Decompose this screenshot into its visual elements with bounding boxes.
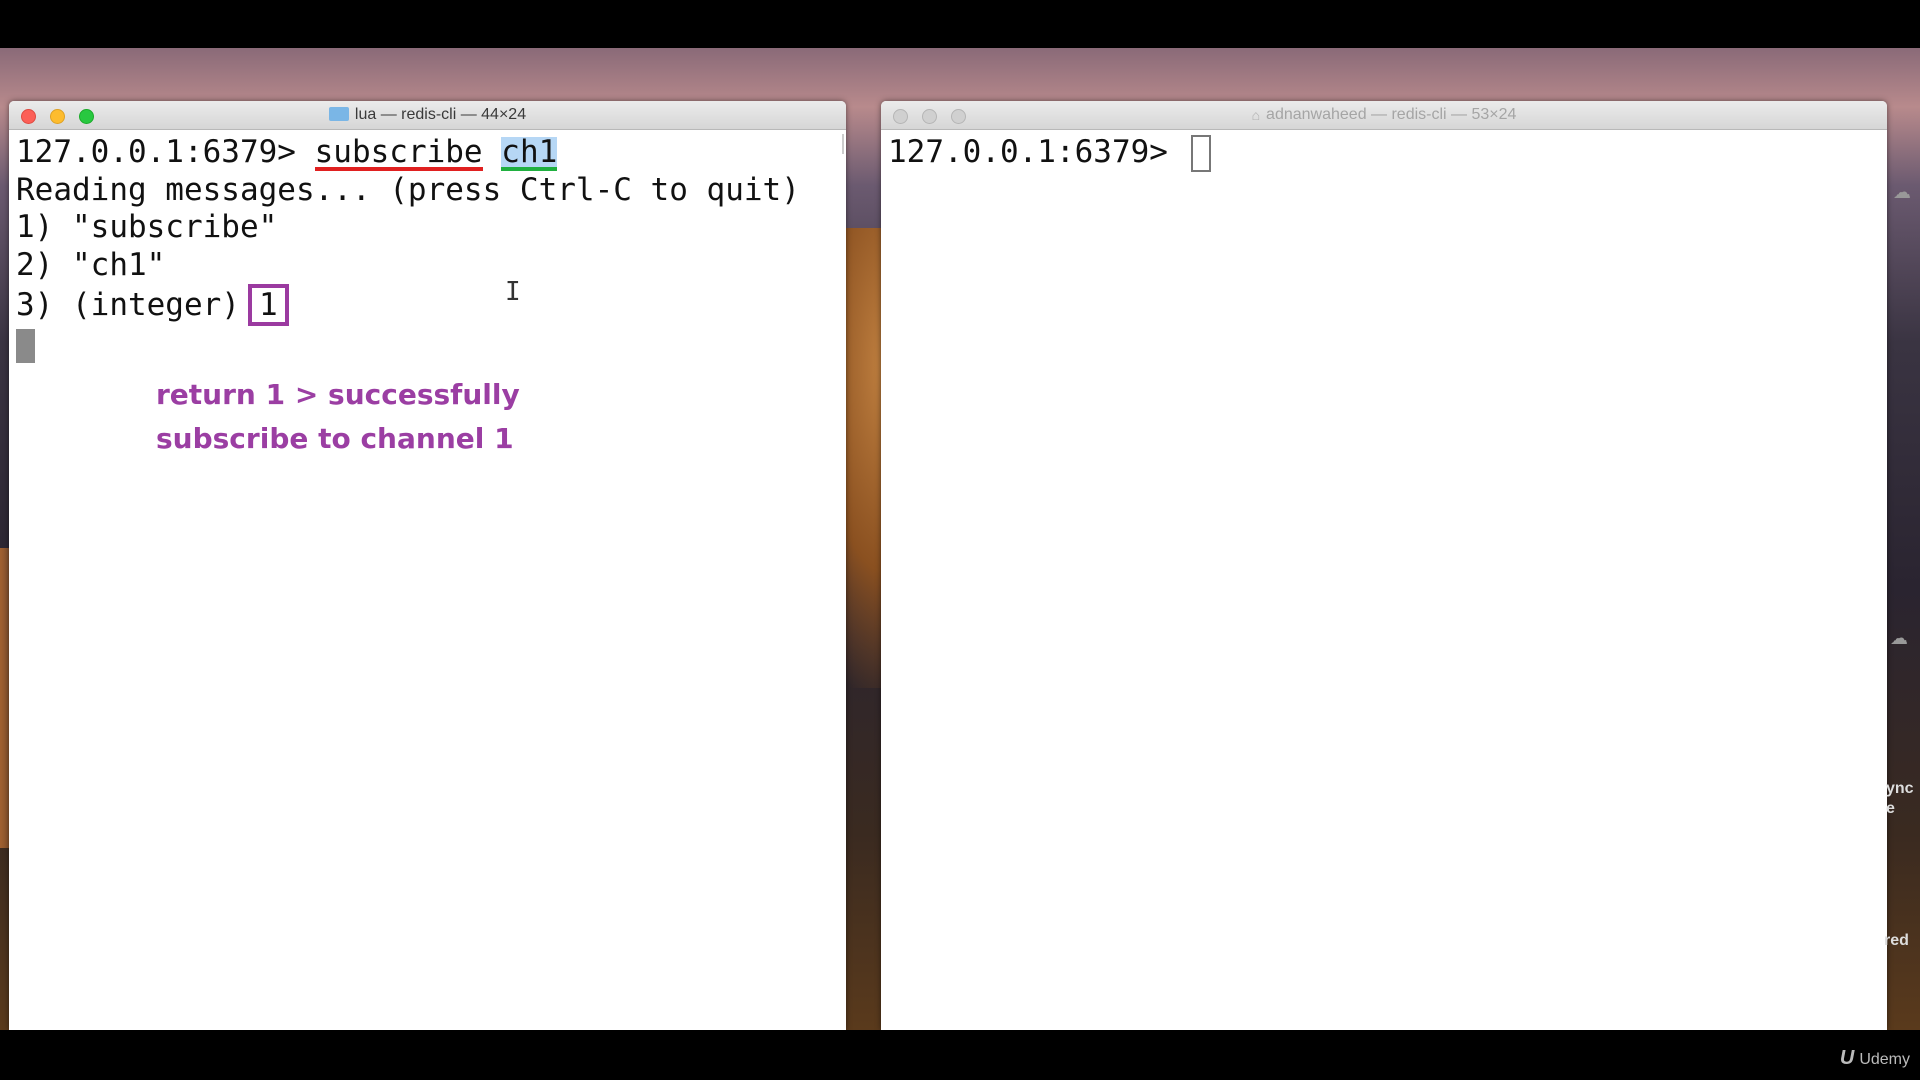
output-line-prefix: 3) (integer) — [16, 287, 240, 323]
annotation-note: return 1 > successfully subscribe to cha… — [156, 373, 520, 461]
window-title-text: adnanwaheed — redis-cli — 53×24 — [1266, 106, 1517, 124]
window-title: lua — redis-cli — 44×24 — [9, 101, 846, 129]
integer-value-box: 1 — [247, 284, 289, 326]
home-icon: ⌂ — [1251, 107, 1261, 123]
annotation-line: return 1 > successfully — [156, 378, 520, 411]
udemy-logo-icon: U — [1839, 1047, 1855, 1069]
desktop-icon-label: ync — [1886, 780, 1914, 797]
cloud-icon[interactable]: ☁ — [1890, 628, 1908, 649]
window-title-text: lua — redis-cli — 44×24 — [354, 106, 527, 123]
prompt: 127.0.0.1:6379> — [16, 134, 315, 170]
output-line: Reading messages... (press Ctrl-C to qui… — [16, 171, 800, 208]
terminal-content[interactable]: 127.0.0.1:6379> — [881, 130, 1887, 172]
video-letterbox-bottom — [0, 1030, 1920, 1080]
terminal-window-right[interactable]: ⌂ adnanwaheed — redis-cli — 53×24 127.0.0… — [881, 101, 1887, 1030]
output-line: 1) "subscribe" — [16, 209, 278, 245]
window-titlebar[interactable]: ⌂ adnanwaheed — redis-cli — 53×24 — [881, 101, 1887, 130]
desktop-icon-label: red — [1884, 932, 1909, 949]
cloud-icon[interactable]: ☁ — [1893, 182, 1911, 203]
terminal-cursor — [1190, 135, 1211, 172]
text-cursor-icon: I — [505, 277, 521, 307]
terminal-cursor — [16, 328, 35, 363]
argument-text: ch1 — [501, 134, 558, 171]
terminal-content[interactable]: 127.0.0.1:6379> subscribe ch1 Reading me… — [9, 130, 846, 364]
annotation-line: subscribe to channel 1 — [156, 422, 514, 455]
prompt: 127.0.0.1:6379> — [888, 134, 1187, 170]
desktop-icon-label: e — [1886, 800, 1895, 817]
window-title: ⌂ adnanwaheed — redis-cli — 53×24 — [881, 101, 1887, 129]
window-titlebar[interactable]: lua — redis-cli — 44×24 — [9, 101, 846, 130]
scrollbar-indicator[interactable] — [842, 134, 844, 154]
folder-icon — [328, 106, 349, 121]
terminal-window-left[interactable]: lua — redis-cli — 44×24 127.0.0.1:6379> … — [9, 101, 846, 1030]
command-text: subscribe — [314, 134, 483, 171]
watermark-text: Udemy — [1859, 1051, 1910, 1068]
watermark: U Udemy — [1840, 1047, 1910, 1070]
output-line: 2) "ch1" — [16, 246, 166, 283]
